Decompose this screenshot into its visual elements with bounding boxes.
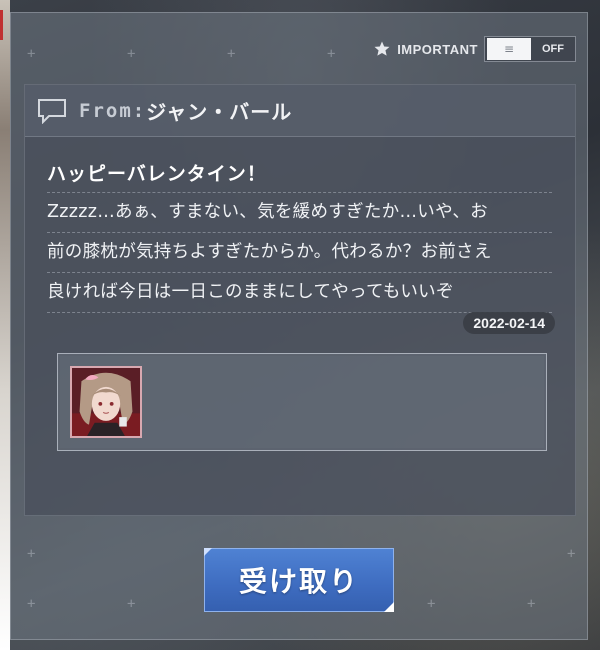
message-body: ハッピーバレンタイン！ Zzzzz…あぁ、すまない、気を緩めすぎたか…いや、お … — [25, 137, 575, 313]
receive-button[interactable]: 受け取り — [204, 548, 394, 612]
from-label: From: — [79, 99, 147, 122]
important-toggle[interactable]: ≡ OFF — [484, 36, 576, 62]
message-line: 良ければ今日は一日このままにしてやってもいいぞ — [47, 273, 552, 313]
message-title: ハッピーバレンタイン！ — [47, 159, 552, 193]
message-header: From: ジャン・バール — [25, 85, 575, 137]
important-filter: IMPORTANT ≡ OFF — [373, 36, 576, 62]
attachment-item[interactable] — [70, 366, 142, 438]
message-card: From: ジャン・バール ハッピーバレンタイン！ Zzzzz…あぁ、すまない、… — [24, 84, 576, 516]
chat-bubble-icon — [37, 98, 67, 124]
left-edge-strip — [0, 0, 10, 650]
message-line: 前の膝枕が気持ちよすぎたからか。代わるか？お前さえ — [47, 233, 552, 273]
character-portrait-icon — [72, 368, 140, 436]
attachment-box — [57, 353, 547, 451]
star-icon — [373, 40, 391, 58]
important-label: IMPORTANT — [397, 41, 478, 57]
menu-lines-icon: ≡ — [503, 42, 515, 56]
toggle-knob[interactable]: ≡ — [487, 38, 531, 60]
receive-button-label: 受け取り — [238, 565, 359, 598]
toggle-state-label: OFF — [542, 43, 564, 55]
sender-name: ジャン・バール — [146, 100, 293, 124]
message-line: Zzzzz…あぁ、すまない、気を緩めすぎたか…いや、お — [47, 193, 552, 233]
date-badge: 2022-02-14 — [463, 312, 555, 334]
